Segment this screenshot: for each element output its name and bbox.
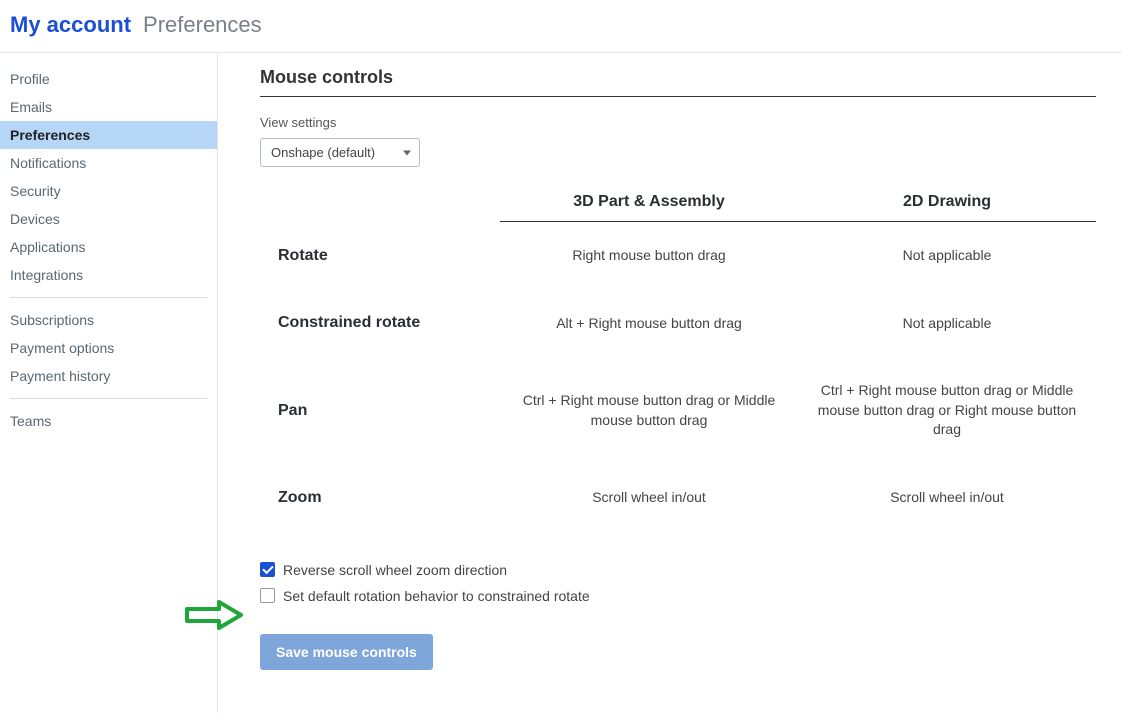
main-content: Mouse controls View settings Onshape (de… <box>218 53 1118 713</box>
table-row: Pan Ctrl + Right mouse button drag or Mi… <box>260 357 1096 464</box>
row-value: Not applicable <box>798 314 1096 334</box>
row-value: Not applicable <box>798 246 1096 266</box>
row-value: Scroll wheel in/out <box>798 488 1096 508</box>
row-label-rotate: Rotate <box>260 247 500 265</box>
row-value: Scroll wheel in/out <box>500 488 798 508</box>
chevron-down-icon <box>403 150 411 155</box>
reverse-zoom-checkbox[interactable] <box>260 562 275 577</box>
page-header: My account Preferences <box>0 0 1121 53</box>
row-value: Ctrl + Right mouse button drag or Middle… <box>500 391 798 430</box>
row-label-constrained-rotate: Constrained rotate <box>260 314 500 332</box>
header-subtitle: Preferences <box>143 12 262 38</box>
sidebar-item-teams[interactable]: Teams <box>0 407 217 435</box>
mouse-controls-table: 3D Part & Assembly 2D Drawing Rotate Rig… <box>260 193 1096 532</box>
sidebar-item-preferences[interactable]: Preferences <box>0 121 217 149</box>
sidebar-divider <box>10 297 207 298</box>
sidebar-item-emails[interactable]: Emails <box>0 93 217 121</box>
row-value: Right mouse button drag <box>500 246 798 266</box>
row-value: Alt + Right mouse button drag <box>500 314 798 334</box>
table-row: Rotate Right mouse button drag Not appli… <box>260 222 1096 290</box>
row-label-zoom: Zoom <box>260 489 500 507</box>
table-row: Zoom Scroll wheel in/out Scroll wheel in… <box>260 464 1096 532</box>
view-settings-label: View settings <box>260 115 1096 130</box>
sidebar-divider <box>10 398 207 399</box>
view-settings-value: Onshape (default) <box>271 145 375 160</box>
sidebar-item-integrations[interactable]: Integrations <box>0 261 217 289</box>
row-value: Ctrl + Right mouse button drag or Middle… <box>798 381 1096 440</box>
column-header-2d: 2D Drawing <box>798 193 1096 222</box>
reverse-zoom-label: Reverse scroll wheel zoom direction <box>283 562 507 578</box>
checkbox-row-reverse-zoom: Reverse scroll wheel zoom direction <box>260 562 1096 578</box>
checkbox-row-constrained-default: Set default rotation behavior to constra… <box>260 588 1096 604</box>
sidebar: Profile Emails Preferences Notifications… <box>0 53 218 713</box>
constrained-default-checkbox[interactable] <box>260 588 275 603</box>
column-header-3d: 3D Part & Assembly <box>500 193 798 222</box>
view-settings-select[interactable]: Onshape (default) <box>260 138 420 167</box>
sidebar-item-subscriptions[interactable]: Subscriptions <box>0 306 217 334</box>
sidebar-item-notifications[interactable]: Notifications <box>0 149 217 177</box>
header-title[interactable]: My account <box>10 12 131 38</box>
section-title: Mouse controls <box>260 67 1096 97</box>
sidebar-item-payment-options[interactable]: Payment options <box>0 334 217 362</box>
sidebar-item-applications[interactable]: Applications <box>0 233 217 261</box>
sidebar-item-devices[interactable]: Devices <box>0 205 217 233</box>
sidebar-item-security[interactable]: Security <box>0 177 217 205</box>
save-mouse-controls-button[interactable]: Save mouse controls <box>260 634 433 670</box>
sidebar-item-profile[interactable]: Profile <box>0 65 217 93</box>
row-label-pan: Pan <box>260 402 500 420</box>
constrained-default-label: Set default rotation behavior to constra… <box>283 588 590 604</box>
table-row: Constrained rotate Alt + Right mouse but… <box>260 290 1096 358</box>
sidebar-item-payment-history[interactable]: Payment history <box>0 362 217 390</box>
